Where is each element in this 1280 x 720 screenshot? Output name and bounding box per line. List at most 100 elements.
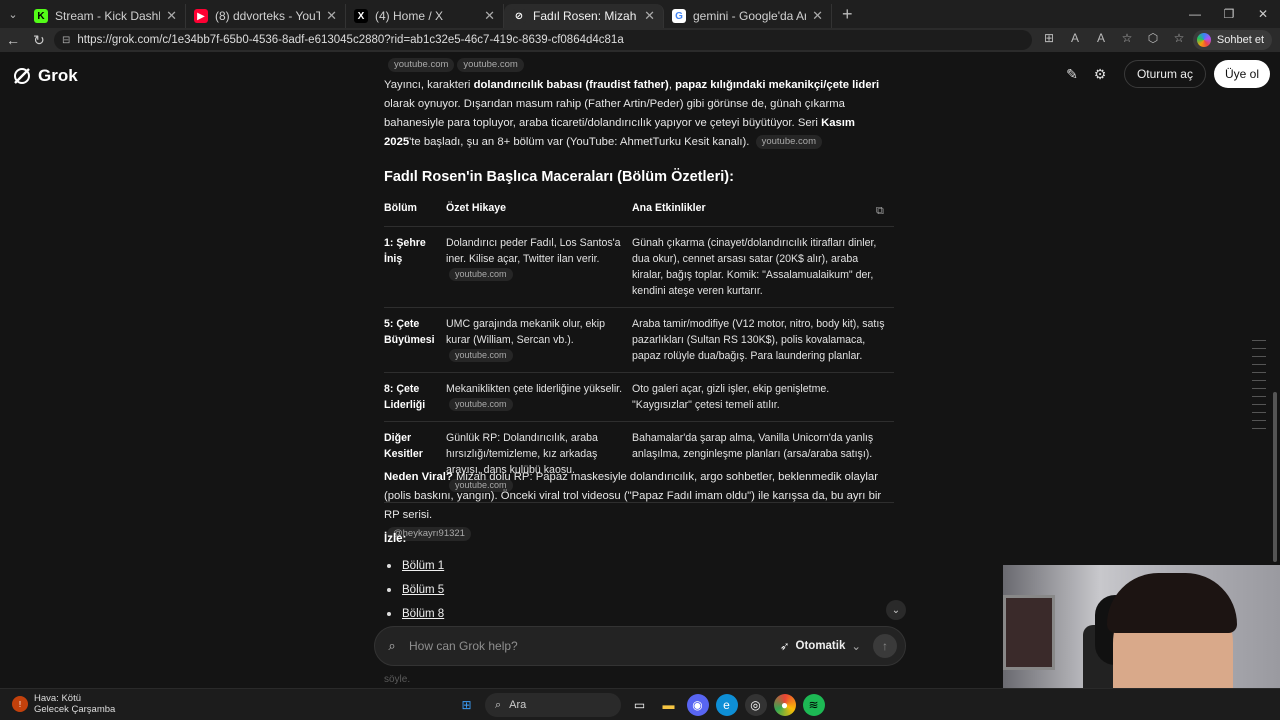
weather-alert-icon: ! [12, 696, 28, 712]
tab-title: (8) ddvorteks - YouTube [215, 9, 321, 23]
browser-tab[interactable]: X (4) Home / X ✕ [346, 4, 504, 28]
back-icon[interactable]: ← [0, 32, 26, 48]
summary-cell: Mekaniklikten çete liderliğine yükselir.… [446, 372, 632, 422]
close-window-icon[interactable]: ✕ [1246, 0, 1280, 28]
taskbar-apps: ⊞ ⌕ Ara ▭ ▬ ◉ e ◎ ● ≋ [452, 693, 828, 717]
summary-text: Mekaniklikten çete liderliğine yükselir. [446, 383, 623, 395]
scroll-down-icon[interactable]: ⌄ [886, 600, 906, 620]
episode-link[interactable]: Bölüm 8 [384, 602, 444, 626]
obs-icon[interactable]: ◎ [744, 694, 767, 716]
close-tab-icon[interactable]: ✕ [166, 8, 177, 24]
text-span: Mizah dolu RP: Papaz maskesiyle dolandır… [384, 471, 882, 521]
login-button[interactable]: Oturum aç [1123, 60, 1206, 88]
scrollbar-thumb[interactable] [1273, 392, 1277, 562]
new-tab-button[interactable]: + [842, 4, 853, 25]
table-header-row: Bölüm Özet Hikaye Ana Etkinlikler [384, 194, 894, 227]
source-chip[interactable]: youtube.com [457, 58, 524, 72]
taskbar-search[interactable]: ⌕ Ara [485, 693, 621, 717]
attach-paperclip-icon[interactable]: ⌕ [375, 638, 409, 654]
file-explorer-icon[interactable]: ▬ [658, 694, 680, 716]
copilot-chat-button[interactable]: Sohbet et [1192, 30, 1272, 50]
browser-tab[interactable]: Ggemini - Google'da Ara ✕ [664, 4, 832, 28]
conversation-minimap[interactable] [1252, 340, 1266, 436]
discord-icon[interactable]: ◉ [686, 694, 709, 716]
summary-text: UMC garajında mekanik olur, ekip kurar (… [446, 318, 605, 346]
summary-cell: UMC garajında mekanik olur, ekip kurar (… [446, 307, 632, 373]
minimize-icon[interactable]: — [1178, 0, 1212, 28]
text-span: 'te başladı, şu an 8+ bölüm var (YouTube… [409, 136, 750, 148]
weather-subtitle: Gelecek Çarşamba [34, 704, 116, 715]
read-aloud-icon[interactable]: A [1088, 31, 1114, 45]
close-tab-icon[interactable]: ✕ [484, 8, 495, 24]
source-chip[interactable]: youtube.com [449, 349, 513, 362]
bold-span: Neden Viral? [384, 471, 453, 483]
browser-tab[interactable]: ▶ (8) ddvorteks - YouTube ✕ [186, 4, 346, 28]
chevron-down-icon: ⌄ [851, 641, 861, 653]
column-header: Özet Hikaye [446, 194, 632, 227]
summary-text: Dolandırıcı peder Fadıl, Los Santos'a in… [446, 237, 621, 265]
app-available-icon[interactable]: ⊞ [1036, 31, 1062, 45]
chrome-icon[interactable]: ● [773, 694, 796, 716]
favorite-star-icon[interactable]: ☆ [1114, 31, 1140, 45]
text-span: olarak oynuyor. Dışarıdan masum rahip (F… [384, 98, 845, 129]
table-row: 5: Çete Büyümesi UMC garajında mekanik ol… [384, 307, 894, 373]
grok-logo-text: Grok [38, 66, 78, 85]
bold-span: dolandırıcılık babası (fraudist father) [473, 79, 669, 91]
weather-widget[interactable]: ! Hava: Kötü Gelecek Çarşamba [12, 693, 115, 715]
grok-logo-icon [14, 68, 30, 84]
restore-icon[interactable]: ❐ [1212, 0, 1246, 28]
mode-selector[interactable]: ➶ Otomatik ⌄ [780, 639, 861, 653]
source-chip[interactable]: youtube.com [449, 268, 513, 281]
episode-cell: 5: Çete Büyümesi [384, 307, 446, 373]
source-chip[interactable]: youtube.com [388, 58, 455, 72]
tab-title: (4) Home / X [375, 9, 444, 23]
tab-actions-menu-icon[interactable]: ⌄ [0, 0, 26, 28]
copilot-icon [1196, 33, 1211, 47]
episode-links: Bölüm 1 Bölüm 5 Bölüm 8 [384, 554, 444, 626]
close-tab-icon[interactable]: ✕ [812, 8, 823, 24]
events-cell: Araba tamir/modifiye (V12 motor, nitro, … [632, 307, 894, 373]
grok-icon: ⊘ [512, 9, 526, 23]
favorites-icon[interactable]: ☆ [1166, 31, 1192, 45]
send-button[interactable]: ↑ [873, 634, 897, 658]
bullet-dot [387, 612, 391, 616]
windows-start-icon[interactable]: ⊞ [456, 694, 478, 716]
table-row: 8: Çete Liderliği Mekaniklikten çete lide… [384, 372, 894, 422]
settings-gear-icon[interactable]: ⚙ [1086, 66, 1114, 83]
browser-tab[interactable]: K Stream - Kick Dashboard ✕ [26, 4, 186, 28]
close-tab-icon[interactable]: ✕ [644, 8, 655, 24]
episode-cell: 1: Şehre İniş [384, 226, 446, 308]
episodes-table: Bölüm Özet Hikaye Ana Etkinlikler 1: Şeh… [384, 194, 894, 503]
episode-link-text: Bölüm 8 [402, 607, 445, 620]
url-text: https://grok.com/c/1e34bb7f-65b0-4536-8a… [77, 34, 624, 46]
faded-text: söyle. [384, 674, 411, 685]
edit-new-chat-icon[interactable]: ✎ [1058, 66, 1086, 83]
close-tab-icon[interactable]: ✕ [326, 8, 337, 24]
edge-icon[interactable]: e [715, 694, 738, 716]
extensions-icon[interactable]: ⬡ [1140, 31, 1166, 45]
episode-link[interactable]: Bölüm 5 [384, 578, 444, 602]
signup-button[interactable]: Üye ol [1213, 60, 1270, 88]
table-row: 1: Şehre İniş Dolandırıcı peder Fadıl, Lo… [384, 226, 894, 308]
grok-logo[interactable]: Grok [12, 66, 78, 86]
x-icon: X [354, 9, 368, 23]
episode-link-text: Bölüm 5 [402, 583, 445, 596]
intro-paragraph: Yayıncı, karakteri dolandırıcılık babası… [384, 76, 894, 152]
browser-tab[interactable]: ⊘ Fadıl Rosen: Mizah mı, Gerçek mi? ✕ [504, 4, 664, 28]
google-icon: G [672, 9, 686, 23]
spotify-icon[interactable]: ≋ [802, 694, 825, 716]
events-cell: Günah çıkarma (cinayet/dolandırıcılık it… [632, 226, 894, 308]
task-view-icon[interactable]: ▭ [629, 694, 651, 716]
source-chip[interactable]: youtube.com [449, 398, 513, 411]
viral-paragraph: Neden Viral? Mizah dolu RP: Papaz maskes… [384, 468, 894, 544]
translate-icon[interactable]: A [1062, 31, 1088, 45]
url-field[interactable]: ⊟ https://grok.com/c/1e34bb7f-65b0-4536-… [54, 30, 1032, 50]
weather-title: Hava: Kötü [34, 693, 81, 704]
episode-link[interactable]: Bölüm 1 [384, 554, 444, 578]
bullet-dot [387, 564, 391, 568]
refresh-icon[interactable]: ↻ [26, 32, 52, 49]
site-info-icon[interactable]: ⊟ [62, 35, 70, 46]
source-chip[interactable]: youtube.com [755, 135, 822, 149]
column-header: Bölüm [384, 194, 446, 227]
chat-input[interactable]: How can Grok help? [409, 639, 780, 653]
